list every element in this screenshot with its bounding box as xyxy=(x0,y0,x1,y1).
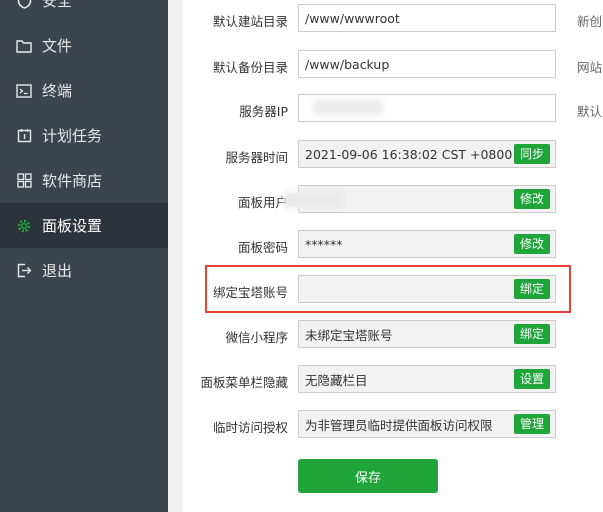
shield-icon xyxy=(16,0,32,9)
temp-access-field: 为非管理员临时提供面板访问权限 管理 xyxy=(298,410,556,438)
sidebar-item-label: 面板设置 xyxy=(42,217,103,235)
sidebar-item-panel-settings[interactable]: 面板设置 xyxy=(0,203,168,248)
backup-dir-input[interactable]: /www/backup xyxy=(298,50,556,78)
edit-password-button[interactable]: 修改 xyxy=(513,234,550,254)
sidebar-item-terminal[interactable]: 终端 xyxy=(0,68,168,113)
save-button[interactable]: 保存 xyxy=(298,459,438,493)
sidebar-item-label: 退出 xyxy=(42,262,73,280)
sidebar-item-label: 计划任务 xyxy=(42,127,103,145)
site-dir-note: 新创 xyxy=(577,14,603,29)
bind-wechat-button[interactable]: 绑定 xyxy=(513,324,550,344)
backup-dir-note: 网站 xyxy=(577,60,603,75)
panel-password-label: 面板密码 xyxy=(237,240,288,255)
site-dir-label: 默认建站目录 xyxy=(212,14,288,29)
sidebar-item-label: 文件 xyxy=(42,37,73,55)
sidebar-item-security[interactable]: 安全 xyxy=(0,0,168,23)
terminal-icon xyxy=(16,83,32,99)
server-ip-label: 服务器IP xyxy=(239,104,288,119)
server-time-field: 2021-09-06 16:38:02 CST +0800 同步 xyxy=(298,140,556,168)
sidebar-item-logout[interactable]: 退出 xyxy=(0,248,168,293)
folder-icon xyxy=(16,38,32,54)
menu-hide-label: 面板菜单栏隐藏 xyxy=(200,375,288,390)
server-time-label: 服务器时间 xyxy=(225,150,288,165)
server-ip-note: 默认 xyxy=(577,104,603,119)
highlight-box xyxy=(205,265,571,313)
gutter xyxy=(168,0,183,512)
apps-grid-icon xyxy=(16,173,32,189)
menu-hide-field: 无隐藏栏目 设置 xyxy=(298,365,556,393)
redacted-user xyxy=(283,192,343,208)
site-dir-input[interactable]: /www/wwwroot xyxy=(298,4,556,32)
sidebar-item-app-store[interactable]: 软件商店 xyxy=(0,158,168,203)
temp-access-label: 临时访问授权 xyxy=(212,420,288,435)
panel-settings-form: 默认建站目录 /www/wwwroot 新创 默认备份目录 /www/backu… xyxy=(183,0,603,512)
sync-time-button[interactable]: 同步 xyxy=(513,144,550,164)
sidebar-item-label: 软件商店 xyxy=(42,172,103,190)
sidebar-item-cron[interactable]: 计划任务 xyxy=(0,113,168,158)
logout-icon xyxy=(16,263,32,279)
backup-dir-label: 默认备份目录 xyxy=(212,60,288,75)
redacted-ip xyxy=(313,100,383,114)
wechat-mini-label: 微信小程序 xyxy=(225,330,288,345)
sidebar-item-files[interactable]: 文件 xyxy=(0,23,168,68)
sidebar-item-label: 终端 xyxy=(42,82,73,100)
panel-password-field: ****** 修改 xyxy=(298,230,556,258)
sidebar: 安全 文件 终端 计划任务 软件商店 面板设置 退出 xyxy=(0,0,168,512)
wechat-mini-field: 未绑定宝塔账号 绑定 xyxy=(298,320,556,348)
temp-access-manage-button[interactable]: 管理 xyxy=(513,414,550,434)
edit-user-button[interactable]: 修改 xyxy=(513,189,550,209)
sidebar-item-label: 安全 xyxy=(42,0,73,10)
calendar-icon xyxy=(16,128,32,144)
menu-hide-settings-button[interactable]: 设置 xyxy=(513,369,550,389)
gear-icon xyxy=(16,218,32,234)
panel-user-label: 面板用户 xyxy=(237,195,288,210)
